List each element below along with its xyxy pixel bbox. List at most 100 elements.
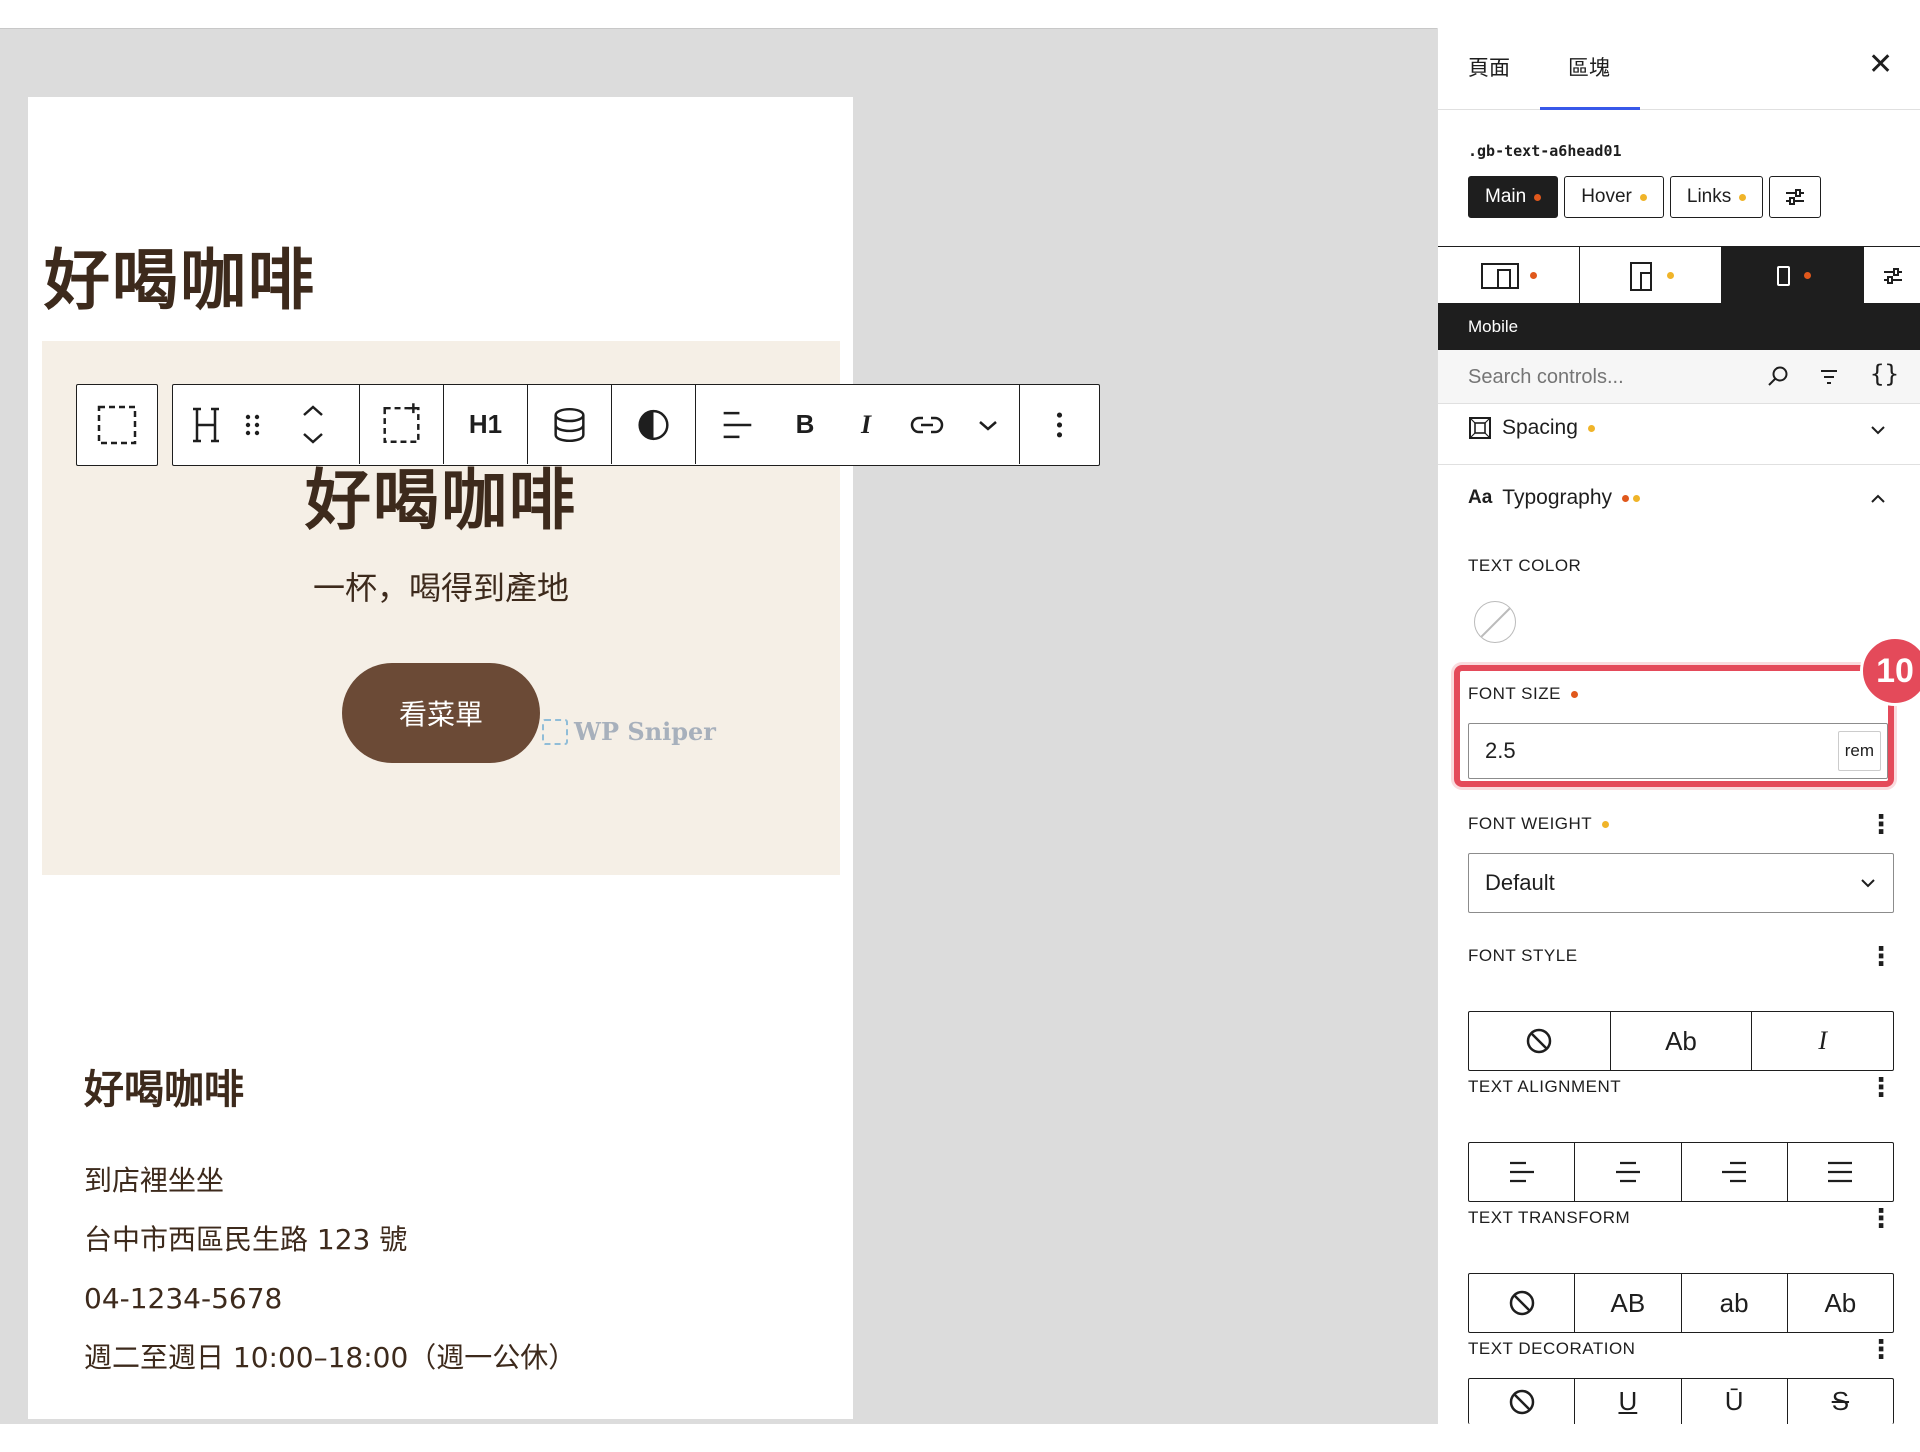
code-braces-icon[interactable]: {} — [1870, 360, 1899, 388]
device-settings-button[interactable] — [1864, 247, 1920, 304]
filter-icon[interactable] — [1815, 362, 1843, 392]
hero-subtitle[interactable]: 一杯，喝得到產地 — [42, 563, 840, 609]
active-tab-indicator — [1540, 107, 1640, 110]
align-right-button[interactable] — [1682, 1143, 1788, 1201]
close-icon[interactable]: ✕ — [1868, 50, 1893, 80]
more-formats-button[interactable] — [957, 385, 1019, 464]
font-weight-value: Default — [1485, 870, 1555, 895]
dynamic-data-button[interactable] — [527, 385, 611, 464]
view-menu-button[interactable]: 看菜單 — [342, 663, 540, 763]
align-left-button[interactable] — [1469, 1143, 1576, 1201]
device-desktop-tab[interactable] — [1438, 247, 1580, 304]
toolbar-group-main: H1 B I — [172, 384, 1100, 466]
font-style-italic-button[interactable]: I — [1752, 1012, 1893, 1070]
font-style-none-button[interactable] — [1469, 1012, 1611, 1070]
inherited-dot — [1587, 424, 1595, 432]
heading-level-button[interactable]: H1 — [443, 385, 527, 464]
align-button[interactable] — [695, 385, 775, 464]
chevron-up-icon[interactable] — [1868, 492, 1888, 506]
tablet-icon — [1630, 261, 1652, 291]
move-up-down-button[interactable] — [267, 385, 359, 464]
page-title[interactable]: 好喝咖啡 — [44, 227, 316, 323]
group-select-icon — [383, 403, 420, 444]
modified-dot — [1622, 494, 1630, 502]
text-transform-uppercase-button[interactable]: AB — [1575, 1274, 1682, 1332]
typography-icon: Aa — [1468, 487, 1493, 508]
settings-sidebar: 頁面 區塊 ✕ .gb-text-a6head01 Main Hover Lin… — [1437, 28, 1920, 1424]
modified-dot — [1530, 272, 1537, 279]
font-weight-label-text: FONT WEIGHT — [1468, 814, 1593, 833]
watermark-logo-icon — [542, 718, 568, 745]
drag-handle[interactable] — [239, 385, 267, 464]
text-decoration-none-button[interactable] — [1469, 1379, 1576, 1424]
state-settings-button[interactable] — [1769, 176, 1822, 218]
search-input[interactable] — [1468, 362, 1758, 392]
link-button[interactable] — [897, 385, 957, 464]
text-transform-none-button[interactable] — [1469, 1274, 1576, 1332]
font-style-group: Ab I — [1468, 1011, 1894, 1071]
block-toolbar: H1 B I — [76, 384, 1100, 466]
editor-canvas: 好喝咖啡 好喝咖啡 一杯，喝得到產地 看菜單 WP Sniper 好喝咖啡 到店… — [0, 28, 1437, 1424]
state-label: Hover — [1581, 186, 1632, 207]
device-label: Mobile — [1438, 304, 1920, 350]
desktop-tablet-icon — [1481, 262, 1519, 289]
text-alignment-group — [1468, 1142, 1894, 1202]
watermark: WP Sniper — [542, 717, 716, 746]
more-chevron-icon — [979, 421, 997, 431]
font-style-options-icon[interactable]: ⋮ — [1868, 943, 1894, 969]
text-decoration-underline-button[interactable]: U — [1575, 1379, 1682, 1424]
group-select-button[interactable] — [359, 385, 443, 464]
align-justify-button[interactable] — [1788, 1143, 1893, 1201]
typography-panel-toggle[interactable]: Aa Typography — [1468, 486, 1641, 510]
text-transform-lowercase-button[interactable]: ab — [1682, 1274, 1788, 1332]
search-icon[interactable] — [1764, 362, 1792, 392]
tab-block[interactable]: 區塊 — [1568, 52, 1610, 82]
search-controls: {} — [1438, 350, 1920, 404]
text-transform-label: TEXT TRANSFORM — [1468, 1208, 1631, 1227]
color-contrast-button[interactable] — [611, 385, 695, 464]
text-decoration-overline-button[interactable]: Ū — [1682, 1379, 1788, 1424]
footer-line[interactable]: 週二至週日 10:00–18:00（週一公休） — [84, 1328, 576, 1387]
text-transform-options-icon[interactable]: ⋮ — [1868, 1205, 1894, 1231]
css-class-name: .gb-text-a6head01 — [1468, 142, 1622, 160]
state-label: Links — [1686, 186, 1732, 207]
text-decoration-strikethrough-button[interactable]: S — [1788, 1379, 1893, 1424]
font-weight-select[interactable]: Default — [1468, 853, 1894, 913]
tab-page[interactable]: 頁面 — [1468, 52, 1510, 82]
font-weight-options-icon[interactable]: ⋮ — [1868, 811, 1894, 837]
footer-line[interactable]: 到店裡坐坐 — [84, 1151, 576, 1210]
sidebar-tabs: 頁面 區塊 ✕ — [1438, 28, 1920, 110]
text-alignment-options-icon[interactable]: ⋮ — [1868, 1074, 1894, 1100]
footer-line[interactable]: 04-1234-5678 — [84, 1269, 576, 1328]
modified-dot — [1804, 272, 1811, 279]
spacing-panel-toggle[interactable]: Spacing — [1468, 416, 1595, 440]
state-hover-button[interactable]: Hover — [1564, 176, 1664, 218]
footer-title[interactable]: 好喝咖啡 — [84, 1057, 576, 1115]
none-icon — [1509, 1389, 1534, 1414]
font-style-normal-button[interactable]: Ab — [1611, 1012, 1753, 1070]
italic-button[interactable]: I — [835, 385, 897, 464]
chevron-down-icon[interactable] — [1868, 424, 1888, 438]
text-color-swatch[interactable] — [1474, 601, 1516, 643]
select-parent-button[interactable] — [77, 385, 157, 465]
device-tablet-tab[interactable] — [1580, 247, 1722, 304]
block-options-button[interactable] — [1019, 385, 1099, 464]
text-decoration-options-icon[interactable]: ⋮ — [1868, 1336, 1894, 1362]
footer-line[interactable]: 台中市西區民生路 123 號 — [84, 1210, 576, 1269]
state-switcher: Main Hover Links — [1468, 176, 1822, 218]
inherited-dot — [1639, 193, 1647, 201]
state-links-button[interactable]: Links — [1669, 176, 1764, 218]
select-parent-icon — [97, 405, 137, 445]
text-transform-capitalize-button[interactable]: Ab — [1788, 1274, 1893, 1332]
align-center-icon — [1615, 1161, 1640, 1183]
block-type-button[interactable] — [173, 385, 239, 464]
options-kebab-icon — [1056, 412, 1063, 438]
sliders-icon — [1883, 267, 1902, 284]
none-icon — [1527, 1028, 1552, 1054]
device-mobile-tab[interactable] — [1722, 247, 1864, 304]
align-center-button[interactable] — [1575, 1143, 1682, 1201]
bold-button[interactable]: B — [775, 385, 835, 464]
inherited-dot — [1602, 820, 1610, 828]
annotation-highlight — [1454, 665, 1894, 787]
state-main-button[interactable]: Main — [1468, 176, 1559, 218]
